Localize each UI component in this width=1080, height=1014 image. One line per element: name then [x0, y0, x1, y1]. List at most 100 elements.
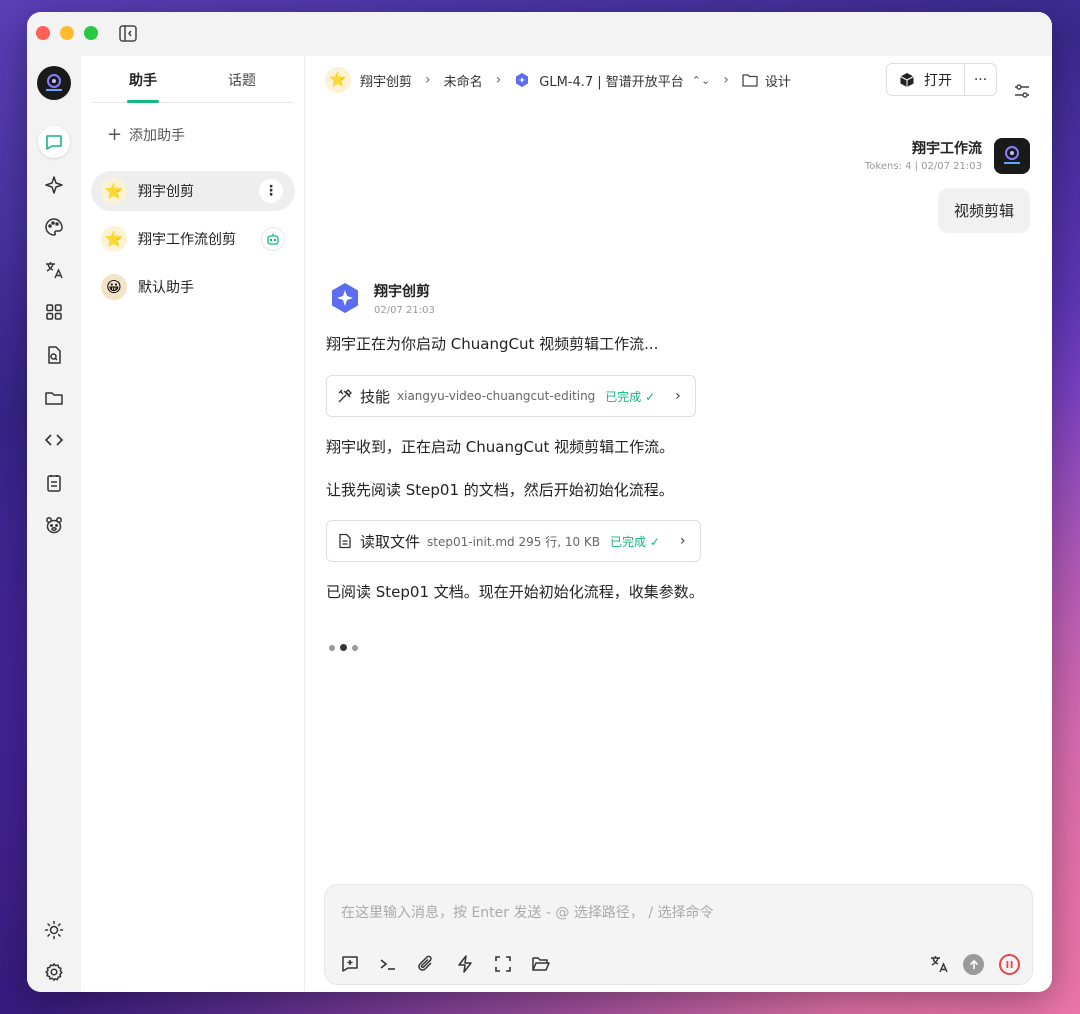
- breadcrumb-assistant[interactable]: 翔宇创剪: [360, 71, 412, 90]
- settings-sliders-icon[interactable]: [1013, 82, 1031, 100]
- chevron-right-icon: ›: [425, 72, 431, 88]
- bot-message-time: 02/07 21:03: [374, 305, 435, 316]
- user-message-meta: Tokens: 4 | 02/07 21:03: [864, 161, 982, 172]
- user-message-bubble: 视频剪辑: [937, 188, 1030, 233]
- tool-call-card[interactable]: 技能 xiangyu-video-chuangcut-editing 已完成 ✓…: [326, 375, 696, 417]
- nav-folder[interactable]: [38, 382, 70, 414]
- smile-emoji-icon: 😀: [101, 274, 127, 300]
- bot-message-text: 翔宇正在为你启动 ChuangCut 视频剪辑工作流...: [326, 335, 659, 353]
- user-message-avatar: [994, 138, 1030, 174]
- stop-generation-button[interactable]: [999, 954, 1020, 975]
- assistant-name: 翔宇创剪: [138, 184, 194, 200]
- sidebar-toggle-icon[interactable]: [119, 25, 137, 42]
- attach-button[interactable]: [415, 953, 437, 975]
- gear-icon: [45, 963, 63, 981]
- fullscreen-button[interactable]: [492, 953, 514, 975]
- expand-icon: [495, 956, 511, 972]
- open-button-group: 打开 ···: [886, 63, 997, 96]
- more-vertical-icon[interactable]: ⋮: [259, 179, 283, 203]
- quick-action-button[interactable]: [454, 953, 476, 975]
- assistant-item[interactable]: 😀 默认助手: [91, 267, 295, 307]
- terminal-button[interactable]: [377, 953, 399, 975]
- model-selector[interactable]: GLM-4.7 | 智谱开放平台: [539, 71, 684, 90]
- typing-indicator: [329, 644, 358, 651]
- nav-paint[interactable]: [38, 211, 70, 243]
- breadcrumb-topic[interactable]: 未命名: [444, 71, 483, 90]
- translate-button[interactable]: [928, 953, 950, 975]
- tab-topics[interactable]: 话题: [228, 70, 256, 90]
- sun-icon: [44, 920, 64, 940]
- nav-apps[interactable]: [38, 296, 70, 328]
- close-window-button[interactable]: [36, 26, 50, 40]
- typing-dot: [340, 644, 347, 651]
- bot-message-text: 让我先阅读 Step01 的文档，然后开始初始化流程。: [326, 481, 674, 499]
- bot-avatar-icon: [332, 283, 358, 313]
- nav-files-search[interactable]: [38, 339, 70, 371]
- breadcrumb: ⭐ 翔宇创剪 › 未命名 › GLM-4.7 | 智谱开放平台 ⌃⌄ › 设计: [325, 67, 791, 93]
- nav-translate[interactable]: [38, 254, 70, 286]
- clipboard-icon: [47, 475, 61, 492]
- nav-chat[interactable]: [38, 126, 70, 158]
- file-text-icon: [339, 533, 351, 549]
- typing-dot: [352, 644, 358, 651]
- brand-logo-icon: [1004, 146, 1020, 164]
- lightning-icon: [458, 955, 472, 973]
- folder-open-icon: [532, 957, 550, 971]
- chevron-right-icon: ›: [679, 533, 686, 549]
- active-tab-indicator: [127, 100, 159, 103]
- chat-icon: [46, 135, 62, 150]
- tool-call-status: 已完成 ✓: [610, 534, 660, 549]
- translate-icon: [931, 956, 948, 973]
- new-topic-button[interactable]: [339, 953, 361, 975]
- tool-call-detail: xiangyu-video-chuangcut-editing: [397, 389, 596, 403]
- user-avatar[interactable]: [37, 66, 71, 100]
- star-emoji-icon: ⭐: [101, 226, 127, 252]
- assistant-name: 翔宇工作流创剪: [138, 232, 236, 248]
- bot-message-text: 翔宇收到，正在启动 ChuangCut 视频剪辑工作流。: [326, 438, 675, 456]
- nav-agents[interactable]: [38, 169, 70, 201]
- plus-icon: +: [107, 124, 123, 145]
- chevron-right-icon: ›: [495, 72, 502, 88]
- app-window: 助手 话题 + 添加助手 ⭐ 翔宇创剪 ⋮ ⭐ 翔宇工作流创剪 😀 默认助手 ⭐: [27, 12, 1052, 992]
- open-button[interactable]: 打开: [887, 64, 965, 95]
- nav-notes[interactable]: [38, 467, 70, 499]
- chevron-right-icon: ›: [675, 388, 681, 404]
- tool-call-title: 技能: [360, 387, 391, 406]
- open-folder-button[interactable]: [530, 953, 552, 975]
- nav-code[interactable]: [38, 424, 70, 456]
- settings-button[interactable]: [38, 956, 70, 988]
- folder-icon: [742, 74, 758, 87]
- assistant-item[interactable]: ⭐ 翔宇创剪 ⋮: [91, 171, 295, 211]
- theme-toggle[interactable]: [38, 914, 70, 946]
- add-assistant-button[interactable]: + 添加助手: [107, 124, 185, 145]
- pause-icon: [1006, 961, 1013, 968]
- more-options-button[interactable]: ···: [965, 64, 996, 95]
- chevron-updown-icon[interactable]: ⌃⌄: [692, 74, 710, 87]
- star-emoji-icon: ⭐: [101, 178, 127, 204]
- brand-logo-icon: [46, 74, 62, 91]
- maximize-window-button[interactable]: [84, 26, 98, 40]
- open-label: 打开: [924, 72, 952, 89]
- chat-area: ⭐ 翔宇创剪 › 未命名 › GLM-4.7 | 智谱开放平台 ⌃⌄ › 设计 …: [305, 56, 1052, 992]
- translate-icon: [46, 262, 63, 279]
- model-provider-icon: [516, 73, 529, 87]
- chevron-right-icon: ›: [723, 72, 729, 88]
- assistant-panel: 助手 话题 + 添加助手 ⭐ 翔宇创剪 ⋮ ⭐ 翔宇工作流创剪 😀 默认助手: [81, 56, 305, 992]
- star-emoji-icon: ⭐: [325, 67, 351, 93]
- minimize-window-button[interactable]: [60, 26, 74, 40]
- tool-call-card[interactable]: 读取文件 step01-init.md 295 行, 10 KB 已完成 ✓ ›: [326, 520, 701, 562]
- add-assistant-label: 添加助手: [129, 127, 185, 144]
- sparkle-icon: [45, 176, 63, 194]
- tool-call-title: 读取文件: [360, 532, 421, 551]
- bot-message-name: 翔宇创剪: [374, 284, 430, 300]
- message-input[interactable]: [341, 902, 1001, 924]
- paperclip-icon: [418, 955, 432, 971]
- grid-icon: [46, 304, 62, 320]
- tab-assistants[interactable]: 助手: [129, 70, 157, 90]
- palette-icon: [45, 218, 63, 236]
- nav-mascot[interactable]: [38, 509, 70, 541]
- assistant-item[interactable]: ⭐ 翔宇工作流创剪: [91, 219, 295, 259]
- breadcrumb-folder[interactable]: 设计: [765, 71, 791, 90]
- assistant-name: 默认助手: [138, 280, 194, 296]
- send-button[interactable]: [963, 954, 984, 975]
